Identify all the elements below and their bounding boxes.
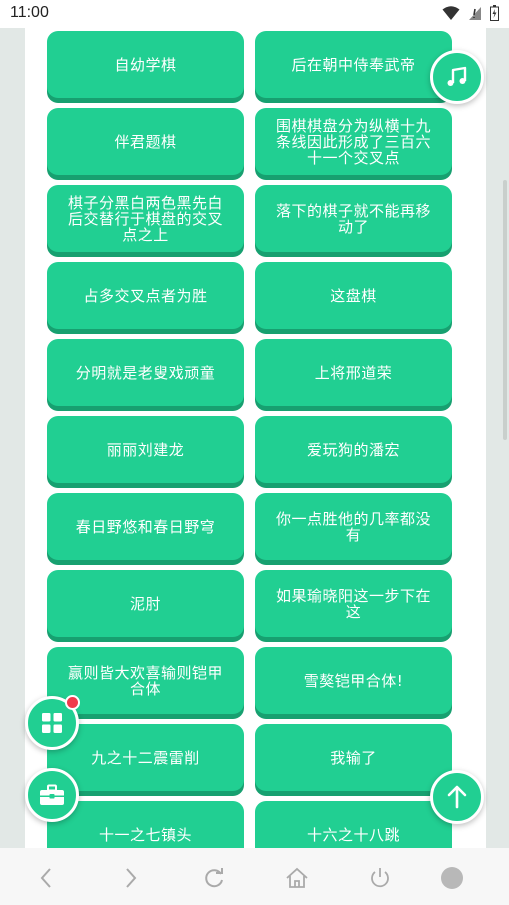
- arrow-up-icon: [447, 785, 467, 809]
- toolbox-button[interactable]: [25, 768, 79, 822]
- status-time: 11:00: [10, 4, 49, 21]
- phrase-button[interactable]: 这盘棋: [255, 262, 452, 329]
- phrase-button[interactable]: 泥肘: [47, 570, 244, 637]
- back-icon[interactable]: [35, 866, 59, 890]
- phrase-button[interactable]: 雪獒铠甲合体!: [255, 647, 452, 714]
- scroll-top-button[interactable]: [430, 770, 484, 824]
- phrase-button[interactable]: 落下的棋子就不能再移动了: [255, 185, 452, 252]
- battery-icon: [490, 5, 499, 21]
- phrase-button[interactable]: 分明就是老叟戏顽童: [47, 339, 244, 406]
- phrase-button[interactable]: 我输了: [255, 724, 452, 791]
- power-icon[interactable]: [368, 866, 392, 890]
- phrase-button[interactable]: 爱玩狗的潘宏: [255, 416, 452, 483]
- music-button[interactable]: [430, 50, 484, 104]
- forward-icon[interactable]: [118, 866, 142, 890]
- phrase-button[interactable]: 十一之七镇头: [47, 801, 244, 848]
- phrase-button[interactable]: 你一点胜他的几率都没有: [255, 493, 452, 560]
- apps-button[interactable]: [25, 695, 80, 750]
- phrase-button[interactable]: 如果瑜晓阳这一步下在这: [255, 570, 452, 637]
- phrase-button[interactable]: 丽丽刘建龙: [47, 416, 244, 483]
- refresh-icon[interactable]: [202, 866, 226, 890]
- home-icon[interactable]: [285, 866, 309, 890]
- signal-icon: [468, 7, 481, 20]
- toolbox-icon: [40, 784, 64, 805]
- phrase-button[interactable]: 十六之十八跳: [255, 801, 452, 848]
- profile-dot-icon[interactable]: [440, 866, 464, 890]
- grid-icon: [42, 713, 62, 733]
- phrase-button[interactable]: 春日野悠和春日野穹: [47, 493, 244, 560]
- phrase-button[interactable]: 自幼学棋: [47, 31, 244, 98]
- system-nav-bar: [0, 848, 509, 905]
- music-note-icon: [447, 66, 467, 86]
- scrollbar[interactable]: [503, 180, 507, 440]
- content-panel[interactable]: 自幼学棋 后在朝中侍奉武帝 伴君题棋 围棋棋盘分为纵横十九条线因此形成了三百六十…: [25, 28, 486, 848]
- notification-badge: [65, 695, 80, 710]
- phrase-button[interactable]: 上将邢道荣: [255, 339, 452, 406]
- phrase-button[interactable]: 占多交叉点者为胜: [47, 262, 244, 329]
- phrase-button[interactable]: 后在朝中侍奉武帝: [255, 31, 452, 98]
- status-icons: [439, 5, 499, 23]
- status-bar: 11:00: [0, 0, 509, 28]
- wifi-icon: [442, 6, 460, 20]
- phrase-button[interactable]: 棋子分黑白两色黑先白后交替行于棋盘的交叉点之上: [47, 185, 244, 252]
- button-grid: 自幼学棋 后在朝中侍奉武帝 伴君题棋 围棋棋盘分为纵横十九条线因此形成了三百六十…: [47, 31, 453, 848]
- phrase-button[interactable]: 围棋棋盘分为纵横十九条线因此形成了三百六十一个交叉点: [255, 108, 452, 175]
- phrase-button[interactable]: 伴君题棋: [47, 108, 244, 175]
